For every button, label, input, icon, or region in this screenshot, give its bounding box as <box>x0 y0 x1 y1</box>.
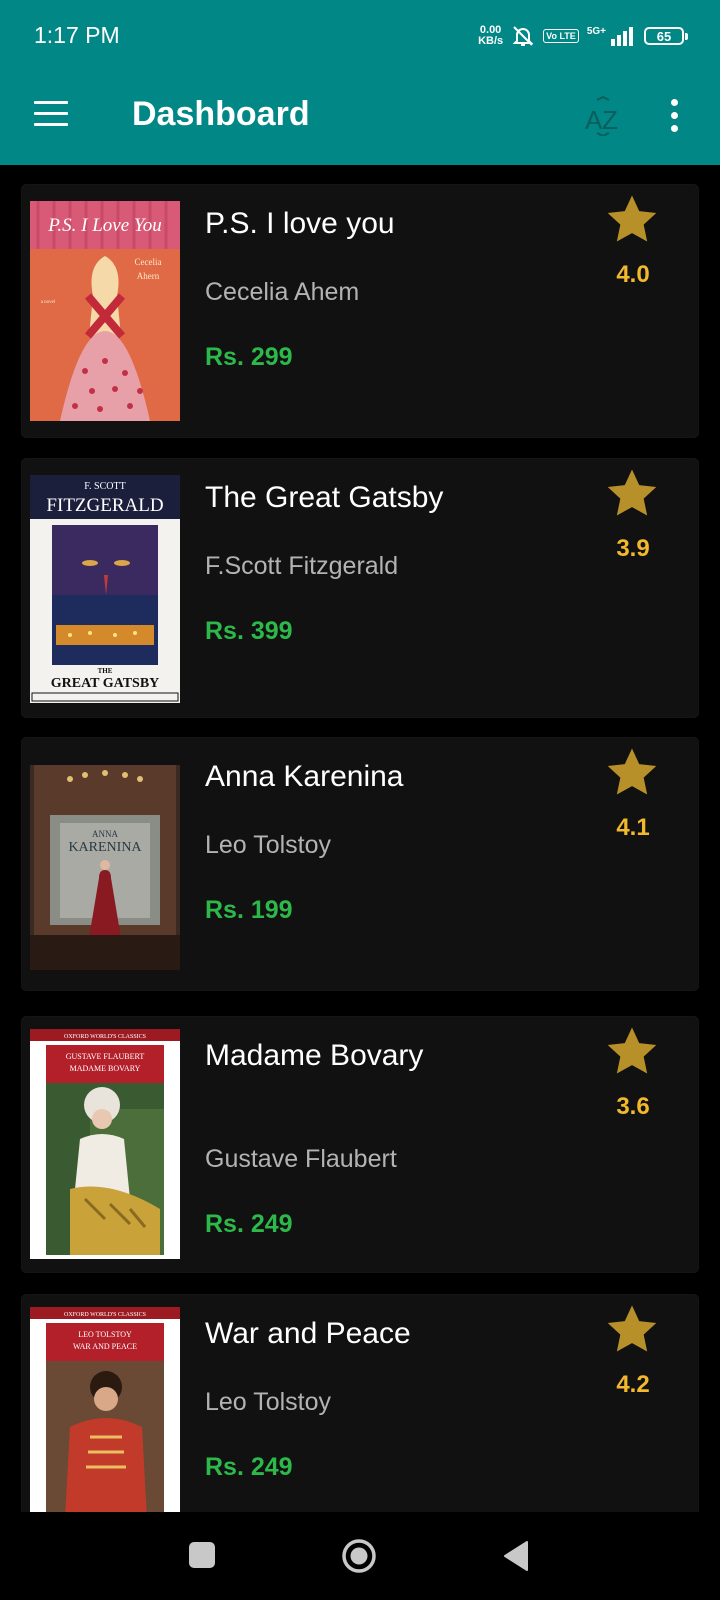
book-price: Rs. 249 <box>205 1210 293 1238</box>
book-cover-image: OXFORD WORLD'S CLASSICS LEO TOLSTOY WAR … <box>30 1307 180 1512</box>
book-title: Madame Bovary <box>205 1039 424 1072</box>
network-type: 5G+ <box>586 25 606 37</box>
svg-text:MADAME BOVARY: MADAME BOVARY <box>70 1064 141 1073</box>
star-icon <box>607 469 657 516</box>
mute-bell-icon <box>512 26 534 46</box>
book-rating: 4.2 <box>616 1371 650 1398</box>
svg-text:FITZGERALD: FITZGERALD <box>46 495 163 516</box>
status-time: 1:17 PM <box>34 22 120 48</box>
svg-text:F. SCOTT: F. SCOTT <box>84 481 125 492</box>
book-cover-image: OXFORD WORLD'S CLASSICS GUSTAVE FLAUBERT… <box>30 1029 180 1259</box>
sort-az-icon[interactable]: A Z <box>583 96 623 136</box>
status-icons: 0.00 KB/s Vo LTE 5G+ 65 <box>478 22 688 50</box>
battery-level: 65 <box>656 28 672 44</box>
svg-text:OXFORD WORLD'S CLASSICS: OXFORD WORLD'S CLASSICS <box>64 1034 146 1040</box>
net-speed-unit: KB/s <box>478 35 504 47</box>
page-title: Dashboard <box>132 95 310 133</box>
book-list[interactable]: P.S. I Love You Cecelia Ahern a novel P.… <box>0 165 720 1512</box>
svg-text:P.S. I Love You: P.S. I Love You <box>47 215 162 236</box>
book-title: P.S. I love you <box>205 207 395 240</box>
star-icon <box>607 1305 657 1352</box>
system-nav-bar <box>0 1512 720 1600</box>
status-bar: 1:17 PM 0.00 KB/s Vo LTE 5G+ 65 <box>0 0 720 72</box>
book-title: Anna Karenina <box>205 760 404 793</box>
volte-icon: Vo LTE <box>543 29 579 43</box>
book-price: Rs. 199 <box>205 896 293 924</box>
svg-text:KARENINA: KARENINA <box>68 840 142 855</box>
book-card[interactable]: ANNA KARENINA Anna Karenina Leo Tolstoy … <box>22 738 698 990</box>
book-author: Leo Tolstoy <box>205 1388 332 1416</box>
svg-text:THE: THE <box>98 667 113 675</box>
book-card[interactable]: P.S. I Love You Cecelia Ahern a novel P.… <box>22 185 698 437</box>
star-icon <box>607 748 657 795</box>
app-toolbar: Dashboard A Z <box>0 72 720 165</box>
book-rating: 4.0 <box>616 261 650 288</box>
svg-text:GREAT GATSBY: GREAT GATSBY <box>51 676 160 691</box>
more-vert-icon[interactable] <box>666 98 682 134</box>
book-card[interactable]: OXFORD WORLD'S CLASSICS LEO TOLSTOY WAR … <box>22 1295 698 1512</box>
book-card[interactable]: OXFORD WORLD'S CLASSICS GUSTAVE FLAUBERT… <box>22 1017 698 1272</box>
book-author: Leo Tolstoy <box>205 831 332 859</box>
net-speed: 0.00 KB/s <box>478 25 503 47</box>
svg-text:OXFORD WORLD'S CLASSICS: OXFORD WORLD'S CLASSICS <box>64 1312 146 1318</box>
svg-text:LEO TOLSTOY: LEO TOLSTOY <box>78 1330 132 1339</box>
svg-text:A: A <box>585 105 603 135</box>
hamburger-icon[interactable] <box>34 99 70 129</box>
book-price: Rs. 299 <box>205 343 293 371</box>
svg-text:Ahern: Ahern <box>137 271 160 281</box>
home-icon[interactable] <box>341 1538 377 1574</box>
star-icon <box>607 195 657 242</box>
book-author: F.Scott Fitzgerald <box>205 552 399 580</box>
book-rating: 4.1 <box>616 814 650 841</box>
book-rating: 3.6 <box>616 1093 650 1120</box>
svg-text:ANNA: ANNA <box>92 829 118 839</box>
svg-text:GUSTAVE FLAUBERT: GUSTAVE FLAUBERT <box>66 1052 145 1061</box>
book-cover-image: P.S. I Love You Cecelia Ahern a novel <box>30 201 180 421</box>
book-card[interactable]: F. SCOTT FITZGERALD THE GREAT GATSBY The… <box>22 459 698 717</box>
battery-icon: 65 <box>644 27 688 45</box>
svg-text:Cecelia: Cecelia <box>135 257 162 267</box>
book-price: Rs. 249 <box>205 1453 293 1481</box>
svg-text:a novel: a novel <box>41 300 56 305</box>
book-cover-image: ANNA KARENINA <box>30 765 180 970</box>
book-cover-image: F. SCOTT FITZGERALD THE GREAT GATSBY <box>30 475 180 703</box>
book-author: Gustave Flaubert <box>205 1145 397 1173</box>
svg-text:WAR AND PEACE: WAR AND PEACE <box>73 1342 137 1351</box>
book-rating: 3.9 <box>616 535 650 562</box>
book-author: Cecelia Ahem <box>205 278 360 306</box>
book-title: The Great Gatsby <box>205 481 444 514</box>
svg-text:Z: Z <box>602 105 618 135</box>
star-icon <box>607 1027 657 1074</box>
back-icon[interactable] <box>501 1540 531 1572</box>
book-title: War and Peace <box>205 1317 411 1350</box>
signal-icon <box>611 27 633 46</box>
book-price: Rs. 399 <box>205 617 293 645</box>
recent-apps-icon[interactable] <box>189 1542 215 1568</box>
